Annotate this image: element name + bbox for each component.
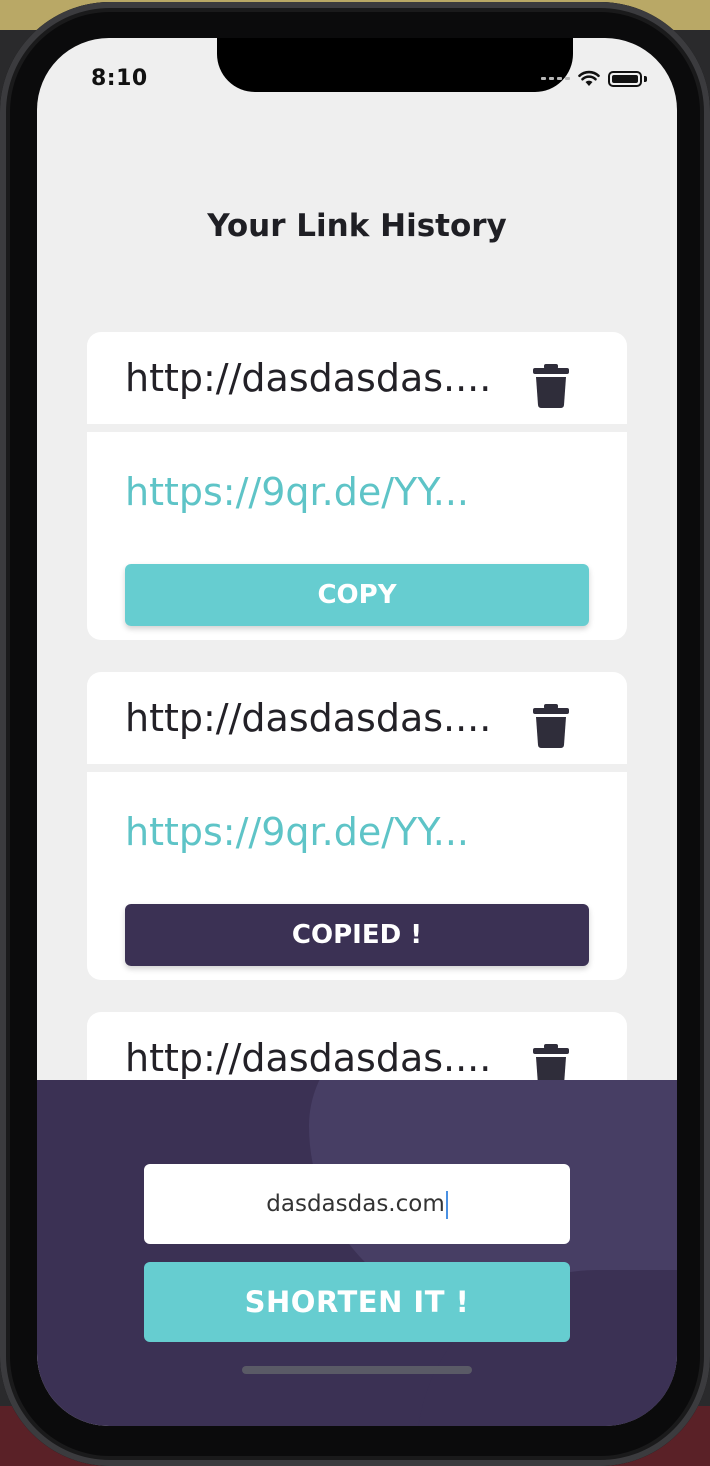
link-card: http://dasdasdas.... https://9qr.de/YY..… bbox=[87, 672, 627, 980]
status-time: 8:10 bbox=[91, 66, 148, 91]
signal-icon bbox=[541, 77, 570, 80]
original-url: http://dasdasdas.... bbox=[125, 356, 492, 400]
phone-frame: 8:10 Your Link History http://dasdasdas.… bbox=[0, 2, 710, 1466]
original-url: http://dasdasdas.... bbox=[125, 696, 492, 740]
page-title: Your Link History bbox=[207, 208, 507, 244]
battery-cap bbox=[644, 75, 647, 82]
url-input[interactable] bbox=[144, 1164, 570, 1244]
home-indicator bbox=[242, 1366, 472, 1374]
link-card: http://dasdasdas.... https://9qr.de/YY..… bbox=[87, 332, 627, 640]
original-url: http://dasdasdas.... bbox=[125, 1036, 492, 1080]
battery-icon bbox=[608, 70, 642, 87]
status-icons bbox=[541, 70, 647, 87]
trash-icon[interactable] bbox=[533, 364, 569, 408]
wifi-icon bbox=[578, 70, 600, 86]
shorten-button[interactable]: SHORTEN IT ! bbox=[144, 1262, 570, 1342]
notch bbox=[217, 38, 573, 92]
copied-button[interactable]: COPIED ! bbox=[125, 904, 589, 966]
card-header: http://dasdasdas.... bbox=[87, 332, 627, 432]
copy-button[interactable]: COPY bbox=[125, 564, 589, 626]
short-url[interactable]: https://9qr.de/YY... bbox=[125, 470, 469, 514]
card-header: http://dasdasdas.... bbox=[87, 672, 627, 772]
trash-icon[interactable] bbox=[533, 704, 569, 748]
app-screen: 8:10 Your Link History http://dasdasdas.… bbox=[37, 38, 677, 1426]
shorten-panel: dasdasdas.com SHORTEN IT ! bbox=[37, 1080, 677, 1426]
short-url[interactable]: https://9qr.de/YY... bbox=[125, 810, 469, 854]
